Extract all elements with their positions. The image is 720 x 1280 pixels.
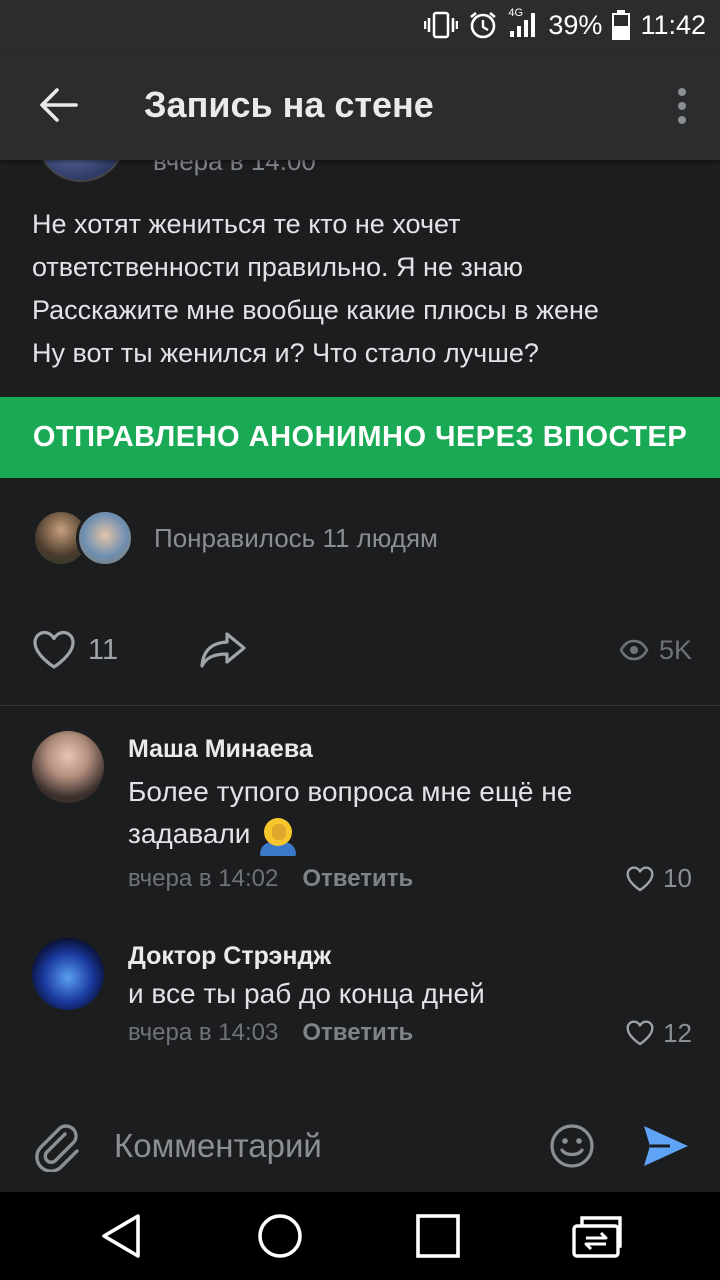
signal-icon: 4G — [508, 7, 538, 39]
comment-author-avatar[interactable] — [32, 938, 104, 1010]
more-vertical-icon — [678, 88, 686, 124]
liker-avatar — [76, 509, 134, 567]
like-count: 11 — [88, 633, 119, 666]
comment-author-avatar[interactable] — [32, 731, 104, 803]
status-bar: 4G 39% 11:42 — [0, 0, 720, 50]
alarm-icon — [470, 11, 497, 39]
post-actions: 11 5K — [32, 620, 692, 680]
comment-like-button[interactable]: 10 — [625, 860, 692, 898]
comment-composer — [0, 1100, 720, 1192]
clock: 11:42 — [640, 9, 706, 40]
eye-icon — [619, 639, 649, 661]
comment-meta: вчера в 14:03 Ответить 12 — [128, 1014, 692, 1052]
vibrate-icon — [424, 11, 459, 39]
comment-text: Более тупого вопроса мне ещё не задавали — [128, 771, 692, 856]
battery-icon — [612, 10, 631, 40]
liked-by-row[interactable]: Понравилось 11 людям — [32, 506, 438, 570]
attach-button[interactable] — [32, 1120, 82, 1173]
nav-home-button[interactable] — [256, 1212, 304, 1260]
emoji-button[interactable] — [548, 1122, 596, 1170]
network-type: 4G — [508, 7, 524, 19]
comment-text-content: Более тупого вопроса мне ещё не задавали — [128, 776, 573, 849]
comment-meta: вчера в 14:02 Ответить 10 — [128, 860, 692, 898]
like-button[interactable]: 11 — [32, 620, 118, 680]
share-button[interactable] — [198, 620, 248, 680]
views-count: 5K — [658, 634, 692, 665]
comment-like-button[interactable]: 12 — [625, 1014, 692, 1052]
battery-level: 39% — [548, 9, 603, 40]
wall-post-screen: 4G 39% 11:42 Запись на стене вчера в 14:… — [0, 0, 720, 1280]
system-navigation-bar — [0, 1192, 720, 1280]
comment-author-name[interactable]: Доктор Стрэндж — [128, 938, 692, 974]
arrow-back-icon — [40, 88, 78, 122]
attach-icon — [35, 1124, 79, 1173]
comment-time: вчера в 14:03 — [128, 1019, 279, 1046]
nav-switch-apps-button[interactable] — [570, 1212, 622, 1260]
reply-button[interactable]: Ответить — [302, 1019, 413, 1047]
circle-home-icon — [258, 1214, 302, 1258]
more-menu-button[interactable] — [670, 86, 694, 126]
heart-icon — [33, 630, 75, 669]
square-recents-icon — [416, 1214, 460, 1258]
anonymous-banner-text: ОТПРАВЛЕНО АНОНИМНО ЧЕРЕЗ ВПОСТЕР — [32, 421, 688, 453]
post-date: вчера в 14:00 — [153, 160, 316, 176]
divider — [0, 705, 720, 706]
post-text-line: Расскажите мне вообще какие плюсы в жене — [32, 295, 599, 325]
heart-icon — [626, 1020, 654, 1046]
post-text: Не хотят жениться те кто не хочет ответс… — [32, 203, 692, 375]
post-text-line: Ну вот ты женился и? Что стало лучше? — [32, 338, 539, 368]
emoji-icon — [550, 1124, 594, 1168]
nav-back-button[interactable] — [98, 1212, 146, 1260]
page-title: Запись на стене — [144, 84, 434, 125]
liked-by-text: Понравилось 11 людям — [154, 522, 438, 553]
send-icon — [644, 1126, 688, 1166]
switch-apps-icon — [572, 1216, 622, 1258]
comment-time: вчера в 14:02 — [128, 864, 279, 892]
heart-icon — [626, 866, 654, 891]
anonymous-banner[interactable]: ОТПРАВЛЕНО АНОНИМНО ЧЕРЕЗ ВПОСТЕР — [0, 397, 720, 478]
comment-like-count: 10 — [663, 863, 692, 894]
comment-body: Маша Минаева Более тупого вопроса мне ещ… — [128, 731, 692, 898]
nav-recents-button[interactable] — [414, 1212, 462, 1260]
comment-like-count: 12 — [663, 1017, 692, 1048]
comment-input[interactable] — [114, 1122, 534, 1170]
face-palm-emoji-icon — [258, 816, 298, 856]
views-counter: 5K — [619, 620, 692, 680]
comment-author-name[interactable]: Маша Минаева — [128, 731, 692, 767]
post-text-line: Не хотят жениться те кто не хочет — [32, 209, 461, 239]
reply-button[interactable]: Ответить — [302, 865, 413, 893]
triangle-back-icon — [102, 1214, 140, 1258]
comment-text: и все ты раб до конца дней — [128, 978, 485, 1009]
share-icon — [200, 632, 246, 668]
post-header: вчера в 14:00 — [0, 160, 720, 190]
post-text-line: ответственности правильно. Я не знаю — [32, 252, 524, 282]
send-button[interactable] — [640, 1120, 692, 1172]
app-bar: Запись на стене — [0, 50, 720, 160]
back-button[interactable] — [28, 75, 88, 135]
comment-body: Доктор Стрэндж и все ты раб до конца дне… — [128, 938, 692, 1052]
post-author-avatar[interactable] — [38, 160, 124, 182]
